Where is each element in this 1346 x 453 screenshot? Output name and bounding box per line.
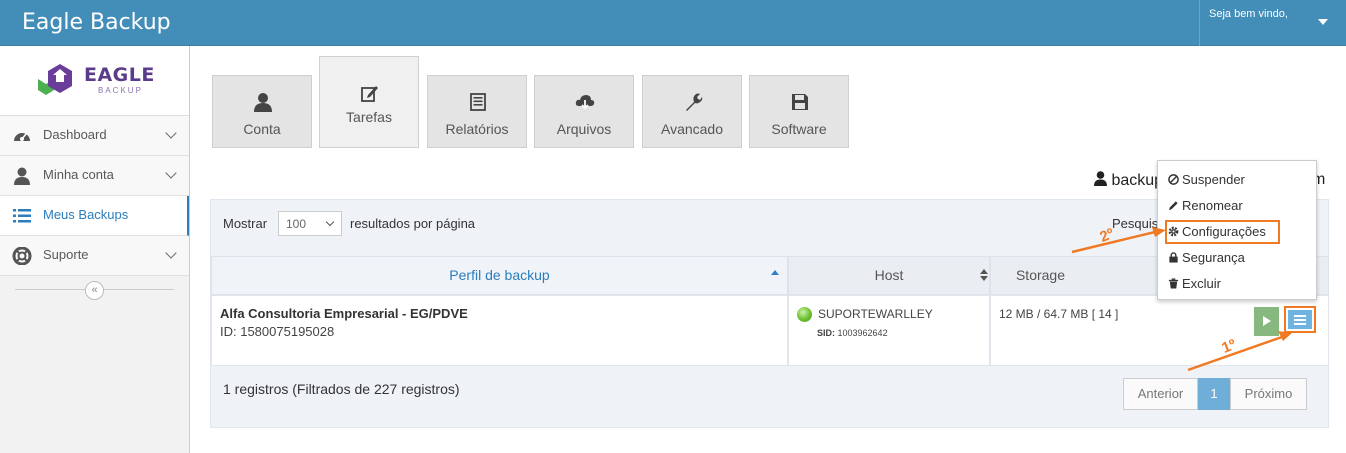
arrowhead-1 (1278, 331, 1292, 341)
annotation-arrows (1071, 227, 1292, 372)
arrowhead-2 (1152, 227, 1166, 237)
